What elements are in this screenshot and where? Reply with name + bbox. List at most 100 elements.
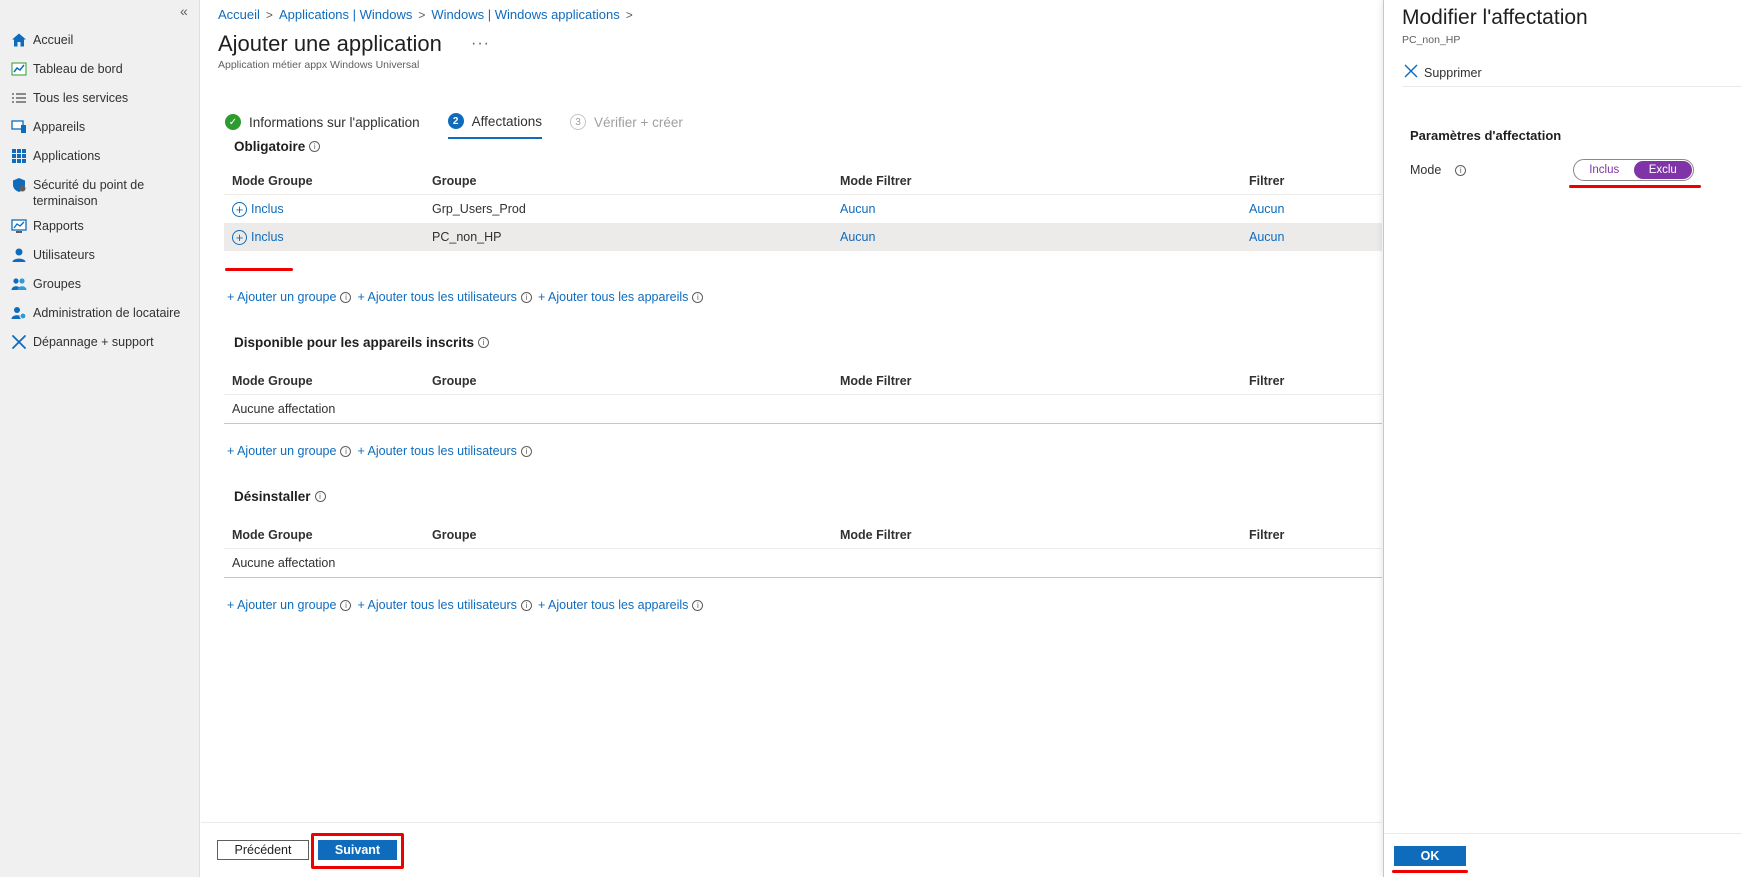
sidebar-item-administration-locataire[interactable]: Administration de locataire xyxy=(0,300,200,329)
sidebar-item-rapports[interactable]: Rapports xyxy=(0,213,200,242)
sidebar-item-depannage[interactable]: Dépannage + support xyxy=(0,329,200,358)
step-label: Informations sur l'application xyxy=(249,114,420,130)
col-header-mode-groupe: Mode Groupe xyxy=(232,527,313,542)
filter-mode-link[interactable]: Aucun xyxy=(840,202,875,216)
filter-link[interactable]: Aucun xyxy=(1249,230,1284,244)
add-links-required: + Ajouter un groupe i + Ajouter tous les… xyxy=(227,290,705,304)
col-header-filtrer: Filtrer xyxy=(1249,373,1285,388)
add-all-users-link[interactable]: + Ajouter tous les utilisateurs xyxy=(357,444,516,458)
step-review-create: 3 Vérifier + créer xyxy=(569,114,683,138)
panel-title: Modifier l'affectation xyxy=(1402,6,1588,29)
sidebar-item-tableau-de-bord[interactable]: Tableau de bord xyxy=(0,56,200,85)
add-all-users-link[interactable]: + Ajouter tous les utilisateurs xyxy=(357,290,516,304)
add-group-link[interactable]: + Ajouter un groupe xyxy=(227,598,336,612)
next-button[interactable]: Suivant xyxy=(318,840,397,860)
annotation-underline xyxy=(1392,870,1468,873)
add-group-link[interactable]: + Ajouter un groupe xyxy=(227,290,336,304)
filter-cell: Aucun xyxy=(1249,230,1382,244)
col-header-mode-filtrer: Mode Filtrer xyxy=(840,373,912,388)
info-icon[interactable]: i xyxy=(340,599,352,611)
info-icon[interactable]: i xyxy=(520,599,532,611)
table-required: Mode Groupe Groupe Mode Filtrer Filtrer … xyxy=(224,167,1382,251)
info-icon[interactable]: i xyxy=(340,291,352,303)
section-title-required: Obligatoire i xyxy=(234,139,321,154)
list-icon xyxy=(10,89,27,106)
mode-cell: + Inclus xyxy=(224,229,432,245)
previous-button[interactable]: Précédent xyxy=(217,840,309,860)
add-group-link[interactable]: + Ajouter un groupe xyxy=(227,444,336,458)
reports-icon xyxy=(10,217,27,234)
delete-button[interactable]: Supprimer xyxy=(1404,64,1482,81)
table-header: Mode Groupe Groupe Mode Filtrer Filtrer xyxy=(224,167,1382,195)
collapse-sidebar-button[interactable]: « xyxy=(180,3,188,19)
nav-menu: Accueil Tableau de bord Tous les service… xyxy=(0,27,200,358)
empty-text: Aucune affectation xyxy=(232,556,336,570)
mode-link[interactable]: Inclus xyxy=(251,230,284,244)
table-row-selected[interactable]: + Inclus PC_non_HP Aucun Aucun xyxy=(224,223,1382,251)
add-all-users-link[interactable]: + Ajouter tous les utilisateurs xyxy=(357,598,516,612)
filter-link[interactable]: Aucun xyxy=(1249,202,1284,216)
info-icon[interactable]: i xyxy=(692,599,704,611)
filter-cell: Aucun xyxy=(1249,202,1382,216)
mode-link[interactable]: Inclus xyxy=(251,202,284,216)
breadcrumb-link-accueil[interactable]: Accueil xyxy=(218,7,260,22)
step-label: Affectations xyxy=(471,113,542,129)
add-all-devices-link[interactable]: + Ajouter tous les appareils xyxy=(538,598,688,612)
toggle-option-exclu[interactable]: Exclu xyxy=(1633,161,1692,179)
group-cell: Grp_Users_Prod xyxy=(432,202,526,216)
ok-button[interactable]: OK xyxy=(1394,846,1466,866)
col-header-filtrer: Filtrer xyxy=(1249,527,1285,542)
filter-mode-link[interactable]: Aucun xyxy=(840,230,875,244)
step-assignments[interactable]: 2 Affectations xyxy=(447,113,542,139)
chevron-right-icon: > xyxy=(625,7,633,22)
filter-mode-cell: Aucun xyxy=(840,230,1249,244)
empty-text: Aucune affectation xyxy=(232,402,336,416)
sidebar-item-tous-les-services[interactable]: Tous les services xyxy=(0,85,200,114)
step-label: Vérifier + créer xyxy=(593,114,683,130)
info-icon[interactable]: i xyxy=(1455,164,1467,176)
col-header-filtrer: Filtrer xyxy=(1249,173,1285,188)
sidebar-item-utilisateurs[interactable]: Utilisateurs xyxy=(0,242,200,271)
panel-section-title: Paramètres d'affectation xyxy=(1410,128,1562,143)
breadcrumb-link-applications-windows[interactable]: Applications | Windows xyxy=(279,7,412,22)
breadcrumb: Accueil > Applications | Windows > Windo… xyxy=(218,7,633,22)
info-icon[interactable]: i xyxy=(340,445,352,457)
toggle-option-inclus[interactable]: Inclus xyxy=(1575,161,1634,179)
main-content: Accueil > Applications | Windows > Windo… xyxy=(201,0,1382,877)
info-icon[interactable]: i xyxy=(520,445,532,457)
page-title: Ajouter une application xyxy=(218,31,442,56)
filter-mode-cell: Aucun xyxy=(840,202,1249,216)
section-title-text: Désinstaller xyxy=(234,489,311,504)
section-title-available: Disponible pour les appareils inscrits i xyxy=(234,335,490,350)
info-icon[interactable]: i xyxy=(314,491,326,502)
info-icon[interactable]: i xyxy=(309,141,321,152)
info-icon[interactable]: i xyxy=(478,337,490,348)
section-title-text: Obligatoire xyxy=(234,139,306,154)
sidebar-item-accueil[interactable]: Accueil xyxy=(0,27,200,56)
sidebar-item-securite[interactable]: Sécurité du point de terminaison xyxy=(0,172,200,213)
devices-icon xyxy=(10,118,27,135)
step-number: 2 xyxy=(447,113,464,129)
sidebar-item-applications[interactable]: Applications xyxy=(0,143,200,172)
panel-footer: OK xyxy=(1384,833,1742,877)
more-options-button[interactable]: ··· xyxy=(471,35,490,53)
mode-cell: + Inclus xyxy=(224,201,432,217)
breadcrumb-link-windows-applications[interactable]: Windows | Windows applications xyxy=(431,7,619,22)
info-icon[interactable]: i xyxy=(520,291,532,303)
home-icon xyxy=(10,31,27,48)
table-row[interactable]: + Inclus Grp_Users_Prod Aucun Aucun xyxy=(224,195,1382,223)
sidebar-item-groupes[interactable]: Groupes xyxy=(0,271,200,300)
shield-icon xyxy=(10,176,27,193)
sidebar-item-label: Tableau de bord xyxy=(33,62,123,76)
add-all-devices-link[interactable]: + Ajouter tous les appareils xyxy=(538,290,688,304)
sidebar-item-label: Accueil xyxy=(33,33,74,47)
mode-toggle[interactable]: Inclus Exclu xyxy=(1573,159,1694,181)
troubleshoot-icon xyxy=(10,333,27,350)
step-number: 3 xyxy=(569,114,586,130)
step-app-info[interactable]: ✓ Informations sur l'application xyxy=(225,114,420,138)
divider xyxy=(1402,86,1742,87)
info-icon[interactable]: i xyxy=(692,291,704,303)
annotation-underline xyxy=(1569,185,1701,188)
sidebar-item-label: Dépannage + support xyxy=(33,335,154,349)
sidebar-item-appareils[interactable]: Appareils xyxy=(0,114,200,143)
